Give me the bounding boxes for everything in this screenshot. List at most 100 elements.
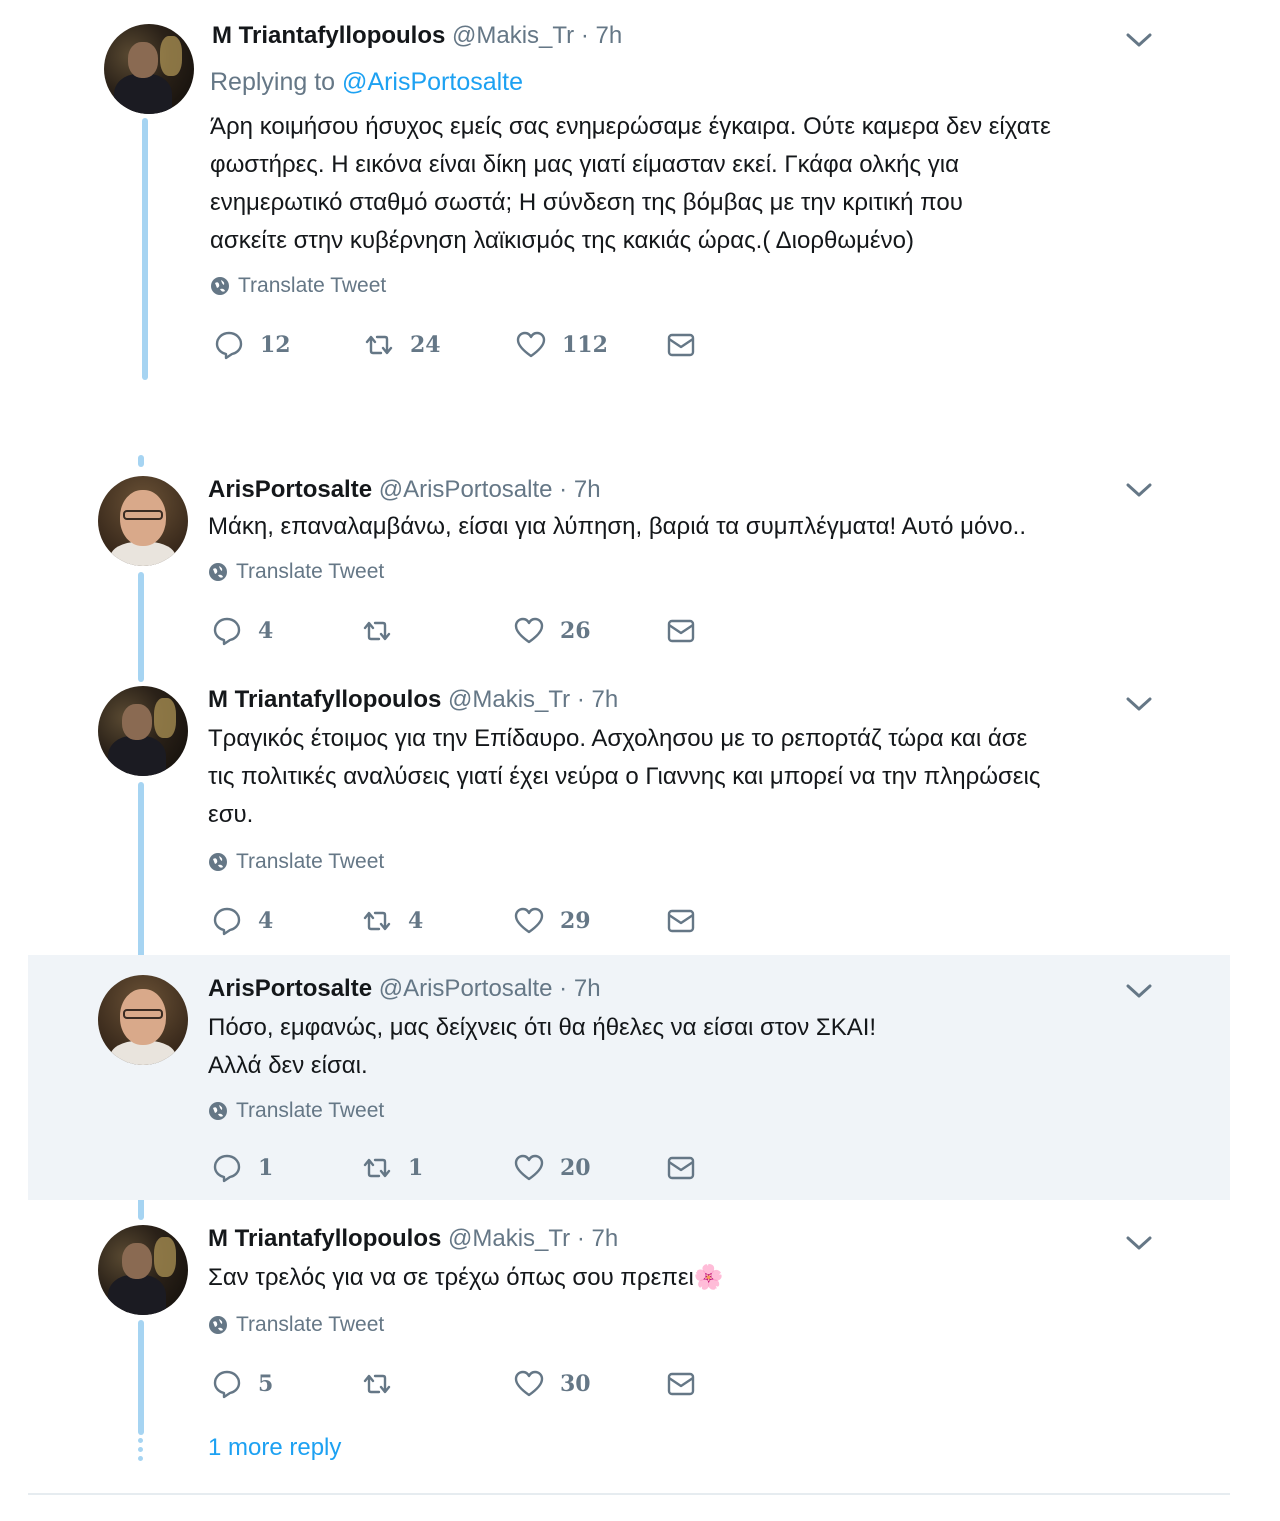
dm-icon: [667, 333, 695, 357]
dm-action[interactable]: [666, 1153, 696, 1183]
tweet-text-line: εσυ.: [208, 801, 254, 828]
reply-icon: [213, 1154, 241, 1183]
like-count: 112: [562, 332, 608, 358]
chevron-down-icon[interactable]: [1126, 1235, 1152, 1251]
author-name[interactable]: M Triantafyllopoulos: [208, 1225, 441, 1252]
retweet-icon: [363, 1374, 391, 1394]
globe-icon: [209, 853, 227, 871]
translate-label: Translate Tweet: [236, 560, 385, 583]
separator: ·: [559, 476, 568, 503]
globe-icon: [209, 1102, 227, 1120]
like-icon: [514, 907, 544, 934]
avatar[interactable]: [98, 686, 188, 776]
avatar[interactable]: [98, 1225, 188, 1315]
reply-action[interactable]: 5: [212, 1369, 273, 1399]
retweet-action[interactable]: 24: [364, 330, 441, 360]
author-handle[interactable]: @Makis_Tr: [448, 686, 570, 713]
reply-action[interactable]: 1: [212, 1153, 273, 1183]
tweet-text-line: τις πολιτικές αναλύσεις γιατί έχει νεύρα…: [208, 763, 1041, 790]
dm-icon: [667, 1156, 695, 1180]
timestamp[interactable]: 7h: [592, 686, 619, 713]
reply-icon: [213, 1370, 241, 1399]
reply-count: 12: [260, 332, 291, 358]
retweet-action[interactable]: [362, 1369, 408, 1399]
tweet[interactable]: ArisPortosalte @ArisPortosalte · 7h Μάκη…: [28, 460, 1230, 660]
like-action[interactable]: 20: [514, 1153, 591, 1183]
author-handle[interactable]: @ArisPortosalte: [379, 476, 553, 503]
tweet-text-line: Τραγικός έτοιμος για την Επίδαυρο. Ασχολ…: [208, 725, 1028, 752]
translate-tweet[interactable]: Translate Tweet: [208, 850, 384, 874]
reply-count: 4: [258, 618, 274, 644]
tweet-text-line: ασκείτε στην κυβέρνηση λαϊκισμός της κακ…: [210, 227, 914, 254]
tweet-text: Σαν τρελός για να σε τρέχω όπως σου πρεπ…: [208, 1264, 694, 1291]
retweet-count: 24: [410, 332, 441, 358]
separator: ·: [559, 975, 568, 1002]
replying-to: Replying to @ArisPortosalte: [210, 68, 523, 97]
chevron-down-icon[interactable]: [1126, 696, 1152, 712]
tweet[interactable]: M Triantafyllopoulos @Makis_Tr · 7h Σαν …: [28, 1205, 1230, 1425]
avatar[interactable]: [98, 476, 188, 566]
dm-action[interactable]: [666, 616, 696, 646]
reply-icon: [213, 907, 241, 936]
reply-action[interactable]: 12: [214, 330, 291, 360]
like-action[interactable]: 29: [514, 906, 591, 936]
like-count: 26: [560, 618, 591, 644]
retweet-action[interactable]: [362, 616, 408, 646]
tweet-header: M Triantafyllopoulos @Makis_Tr · 7h: [208, 1225, 618, 1253]
reply-icon: [213, 617, 241, 646]
author-name[interactable]: M Triantafyllopoulos: [208, 686, 441, 713]
like-count: 20: [560, 1155, 591, 1181]
like-count: 30: [560, 1371, 591, 1397]
avatar[interactable]: [98, 975, 188, 1065]
translate-tweet[interactable]: Translate Tweet: [210, 274, 386, 298]
tweet-highlighted[interactable]: ArisPortosalte @ArisPortosalte · 7h Πόσο…: [28, 955, 1230, 1200]
dm-action[interactable]: [666, 906, 696, 936]
timestamp[interactable]: 7h: [592, 1225, 619, 1252]
reply-action[interactable]: 4: [212, 906, 273, 936]
retweet-action[interactable]: 1: [362, 1153, 423, 1183]
divider: [28, 1493, 1230, 1495]
author-handle[interactable]: @Makis_Tr: [452, 22, 574, 49]
reply-action[interactable]: 4: [212, 616, 273, 646]
translate-label: Translate Tweet: [238, 274, 387, 297]
avatar[interactable]: [104, 24, 194, 114]
retweet-count: 4: [408, 908, 424, 934]
tweet-text-line: Μάκη, επαναλαμβάνω, είσαι για λύπηση, βα…: [208, 513, 1026, 540]
retweet-action[interactable]: 4: [362, 906, 423, 936]
author-name[interactable]: M Triantafyllopoulos: [212, 22, 445, 49]
dm-action[interactable]: [666, 330, 696, 360]
chevron-down-icon[interactable]: [1126, 32, 1152, 48]
like-action[interactable]: 112: [516, 330, 608, 360]
timestamp[interactable]: 7h: [596, 22, 623, 49]
retweet-icon: [365, 335, 393, 355]
tweet-text-line: Πόσο, εμφανώς, μας δείχνεις ότι θα ήθελε…: [208, 1014, 877, 1041]
dm-icon: [667, 1372, 695, 1396]
chevron-down-icon[interactable]: [1126, 983, 1152, 999]
chevron-down-icon[interactable]: [1126, 482, 1152, 498]
author-name[interactable]: ArisPortosalte: [208, 476, 372, 503]
translate-tweet[interactable]: Translate Tweet: [208, 560, 384, 584]
translate-tweet[interactable]: Translate Tweet: [208, 1099, 384, 1123]
dm-icon: [667, 619, 695, 643]
tweet[interactable]: M Triantafyllopoulos @Makis_Tr · 7h Repl…: [28, 14, 1230, 394]
like-action[interactable]: 26: [514, 616, 591, 646]
reply-icon: [215, 331, 243, 360]
like-action[interactable]: 30: [514, 1369, 591, 1399]
timestamp[interactable]: 7h: [574, 476, 601, 503]
tweet-header: M Triantafyllopoulos @Makis_Tr · 7h: [208, 686, 618, 714]
author-handle[interactable]: @Makis_Tr: [448, 1225, 570, 1252]
author-name[interactable]: ArisPortosalte: [208, 975, 372, 1002]
timestamp[interactable]: 7h: [574, 975, 601, 1002]
dm-action[interactable]: [666, 1369, 696, 1399]
more-replies-link[interactable]: 1 more reply: [208, 1434, 341, 1462]
flower-icon: 🌸: [693, 1264, 724, 1291]
retweet-count: 1: [408, 1155, 424, 1181]
translate-tweet[interactable]: Translate Tweet: [208, 1313, 384, 1337]
globe-icon: [209, 563, 227, 581]
reply-count: 1: [258, 1155, 274, 1181]
mention-link[interactable]: @ArisPortosalte: [342, 68, 523, 96]
reply-count: 5: [258, 1371, 274, 1397]
tweet-text-line: Σαν τρελός για να σε τρέχω όπως σου πρεπ…: [208, 1259, 724, 1297]
author-handle[interactable]: @ArisPortosalte: [379, 975, 553, 1002]
tweet[interactable]: M Triantafyllopoulos @Makis_Tr · 7h Τραγ…: [28, 672, 1230, 952]
